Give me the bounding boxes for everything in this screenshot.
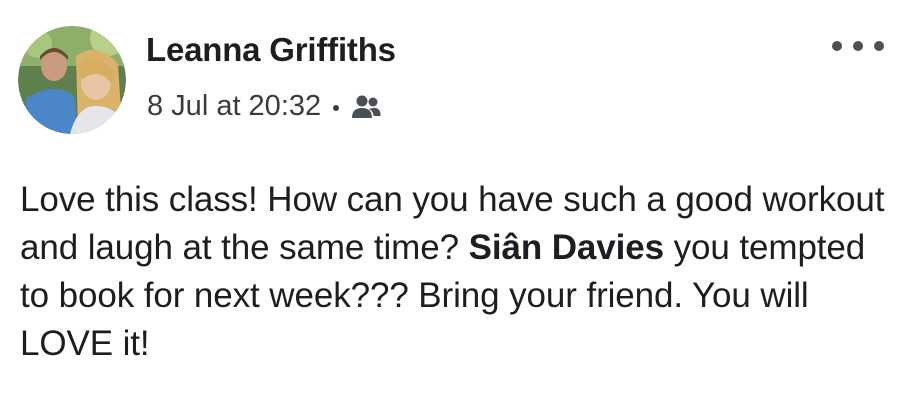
author-name[interactable]: Leanna Griffiths <box>146 30 396 70</box>
avatar-photo <box>18 26 126 134</box>
separator-dot <box>333 105 340 111</box>
post-body: Love this class! How can you have such a… <box>20 176 900 368</box>
post-meta: 8 Jul at 20:32 <box>147 86 381 126</box>
more-dot <box>874 41 884 51</box>
friends-icon-glyph <box>352 95 381 118</box>
mention-link[interactable]: Siân Davies <box>469 228 665 267</box>
more-dot <box>832 41 842 51</box>
post-timestamp[interactable]: 8 Jul at 20:32 <box>147 90 321 123</box>
friends-icon[interactable] <box>351 94 381 120</box>
author-avatar[interactable] <box>18 26 126 134</box>
more-options-icon[interactable] <box>832 34 884 58</box>
more-dot <box>853 41 863 51</box>
facebook-post: Leanna Griffiths 8 Jul at 20:32 Love thi… <box>0 0 906 400</box>
